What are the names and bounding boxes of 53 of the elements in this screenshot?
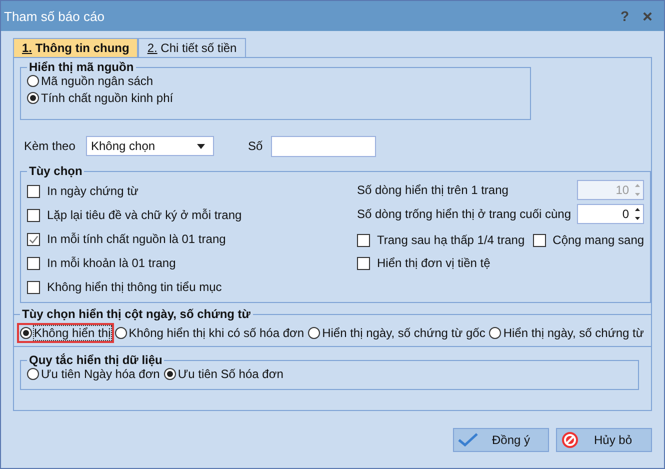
field-label: Kèm theo — [23, 139, 76, 153]
radio-button[interactable] — [164, 368, 176, 380]
checkbox[interactable] — [27, 280, 40, 294]
radio-label[interactable]: Hiển thị ngày, số chứng từ — [503, 326, 644, 340]
checkbox-label[interactable]: In mỗi tính chất nguồn là 01 trang — [47, 232, 226, 246]
checkbox[interactable] — [27, 208, 40, 222]
radio-label[interactable]: Không hiển thị khi có số hóa đơn — [128, 326, 304, 340]
input-field[interactable] — [270, 136, 376, 156]
radio-label[interactable]: Không hiển thị — [34, 326, 111, 340]
field-label: Số — [248, 139, 263, 153]
prohibited-icon — [561, 431, 579, 449]
cancel-button[interactable]: Hủy bỏ — [556, 428, 652, 452]
caret-icon — [197, 144, 205, 148]
dropdown[interactable]: Không chọn — [86, 136, 214, 156]
spin-arrows-icon[interactable] — [635, 207, 640, 221]
radio-button[interactable] — [114, 327, 127, 339]
window-title: Tham số báo cáo — [4, 8, 106, 24]
group-title: Tùy chọn — [28, 164, 84, 178]
checkbox-label[interactable]: Hiển thị đơn vị tiền tệ — [377, 256, 490, 270]
number-spinner[interactable]: 0 — [577, 204, 644, 224]
radio-button[interactable] — [27, 368, 39, 380]
radio-label[interactable]: Ưu tiên Ngày hóa đơn — [41, 367, 160, 381]
radio-label[interactable]: Ưu tiên Số hóa đơn — [178, 367, 284, 381]
group-title: Quy tắc hiển thị dữ liệu — [28, 353, 164, 367]
tab[interactable]: 2. Chi tiết số tiền — [138, 38, 246, 57]
radio-button[interactable] — [20, 327, 32, 339]
radio-button[interactable] — [489, 327, 502, 339]
radio-button[interactable] — [27, 92, 39, 104]
radio-label[interactable]: Hiển thị ngày, số chứng từ gốc — [322, 326, 486, 340]
checkbox[interactable] — [27, 256, 40, 270]
field-label: Số dòng trống hiển thị ở trang cuối cùng — [357, 207, 572, 221]
checkbox-label[interactable]: Lặp lại tiêu đề và chữ ký ở mỗi trang — [47, 208, 242, 222]
checkbox[interactable] — [27, 184, 40, 198]
checkbox[interactable] — [532, 234, 546, 246]
radio-button[interactable] — [308, 327, 320, 339]
checkbox[interactable] — [357, 234, 370, 246]
radio-label[interactable]: Tính chất nguồn kinh phí — [41, 91, 174, 105]
checkbox-label[interactable]: Không hiển thị thông tin tiểu mục — [47, 280, 222, 294]
close-icon[interactable] — [643, 12, 652, 20]
checkbox-label[interactable]: Cộng mang sang — [552, 233, 644, 247]
ok-button[interactable]: Đồng ý — [453, 428, 549, 452]
group-title: Tùy chọn hiển thị cột ngày, số chứng từ — [21, 307, 252, 321]
radio-button[interactable] — [27, 75, 39, 87]
field-label: Số dòng hiển thị trên 1 trang — [357, 183, 508, 197]
checkbox-label[interactable]: In mỗi khoản là 01 trang — [47, 256, 176, 270]
checkbox[interactable] — [27, 232, 40, 246]
group-title: Hiển thị mã nguồn — [28, 60, 135, 74]
radio-label[interactable]: Mã nguồn ngân sách — [41, 74, 154, 88]
tab[interactable]: 1. Thông tin chung — [13, 38, 138, 57]
checkbox[interactable] — [357, 256, 370, 270]
checkmark-icon — [458, 433, 478, 447]
checkbox-label[interactable]: Trang sau hạ thấp 1/4 trang — [377, 233, 525, 247]
checkbox-label[interactable]: In ngày chứng từ — [47, 184, 138, 198]
